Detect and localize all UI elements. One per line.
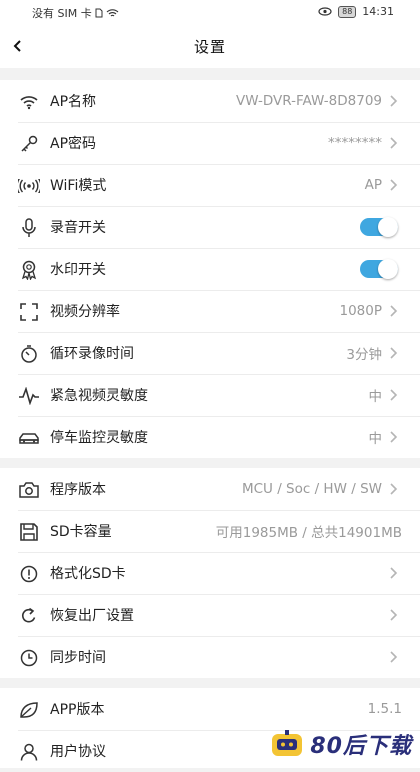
microphone-icon (18, 217, 40, 239)
medal-icon (18, 259, 40, 281)
row-label: 程序版本 (50, 482, 106, 498)
sim-icon (95, 8, 103, 18)
row-watermark: 水印开关 (0, 248, 420, 290)
status-bar: 没有 SIM 卡 88 14:31 (0, 0, 420, 24)
key-icon (18, 133, 40, 155)
toggle-knob (378, 217, 398, 237)
chevron-right-icon (390, 179, 398, 191)
row-emergency-sensitivity[interactable]: 紧急视频灵敏度 中 (0, 374, 420, 416)
row-value: 中 (368, 431, 383, 447)
exclamation-circle-icon (18, 563, 40, 585)
chevron-right-icon (390, 137, 398, 149)
row-value: VW-DVR-FAW-8D8709 (235, 93, 382, 109)
row-label: 水印开关 (50, 262, 106, 278)
row-label: 停车监控灵敏度 (50, 430, 148, 446)
frame-corners-icon (18, 301, 40, 323)
refresh-icon (18, 605, 40, 627)
user-icon (18, 741, 40, 763)
row-value: 3分钟 (346, 347, 382, 363)
chevron-right-icon (390, 95, 398, 107)
clock-icon (18, 647, 40, 669)
wifi-icon (18, 91, 40, 113)
row-ap-name[interactable]: AP名称 VW-DVR-FAW-8D8709 (0, 80, 420, 122)
watermark-text: 80后下载 (310, 734, 412, 759)
chevron-right-icon (390, 483, 398, 495)
row-sync-time[interactable]: 同步时间 (0, 636, 420, 678)
row-label: 循环录像时间 (50, 346, 134, 362)
row-label: 用户协议 (50, 744, 106, 760)
row-label: 紧急视频灵敏度 (50, 388, 148, 404)
chevron-right-icon (390, 431, 398, 443)
leaf-icon (18, 699, 40, 721)
chevron-right-icon (390, 567, 398, 579)
row-label: AP密码 (50, 136, 97, 152)
eye-icon (318, 7, 332, 16)
settings-group-system: 程序版本 MCU / Soc / HW / SW SD卡容量 可用1985MB … (0, 468, 420, 678)
chevron-right-icon (390, 651, 398, 663)
nav-bar: 设置 (0, 24, 420, 68)
row-label: 录音开关 (50, 220, 106, 236)
chevron-right-icon (390, 609, 398, 621)
row-value: 中 (368, 389, 383, 405)
row-label: 恢复出厂设置 (50, 608, 134, 624)
row-factory-reset[interactable]: 恢复出厂设置 (0, 594, 420, 636)
row-label: 同步时间 (50, 650, 106, 666)
settings-group-device: AP名称 VW-DVR-FAW-8D8709 AP密码 ******** WiF… (0, 80, 420, 458)
row-value: AP (364, 177, 382, 193)
watermark-toggle[interactable] (360, 259, 398, 279)
back-button[interactable] (6, 34, 30, 58)
stopwatch-icon (18, 343, 40, 365)
clock-text: 14:31 (362, 5, 394, 18)
row-video-resolution[interactable]: 视频分辨率 1080P (0, 290, 420, 332)
row-label: WiFi模式 (50, 178, 107, 194)
row-label: APP版本 (50, 702, 105, 718)
carrier-text: 没有 SIM 卡 (32, 7, 92, 20)
row-value: MCU / Soc / HW / SW (241, 481, 382, 497)
row-value: 可用1985MB / 总共14901MB (215, 525, 402, 541)
row-label: 视频分辨率 (50, 304, 120, 320)
broadcast-icon (18, 175, 40, 197)
row-sd-capacity: SD卡容量 可用1985MB / 总共14901MB (0, 510, 420, 552)
toggle-knob (378, 259, 398, 279)
car-icon (18, 427, 40, 449)
wifi-status-icon (106, 9, 119, 17)
page-title: 设置 (193, 37, 226, 56)
battery-icon: 88 (338, 5, 357, 18)
row-audio-record: 录音开关 (0, 206, 420, 248)
row-label: SD卡容量 (50, 524, 112, 540)
row-firmware-version[interactable]: 程序版本 MCU / Soc / HW / SW (0, 468, 420, 510)
chevron-left-icon (13, 40, 21, 52)
row-app-version: APP版本 1.5.1 (0, 688, 420, 730)
row-value: 1.5.1 (367, 701, 402, 717)
row-wifi-mode[interactable]: WiFi模式 AP (0, 164, 420, 206)
row-loop-time[interactable]: 循环录像时间 3分钟 (0, 332, 420, 374)
robot-logo-icon (272, 730, 303, 756)
chevron-right-icon (390, 347, 398, 359)
row-parking-sensitivity[interactable]: 停车监控灵敏度 中 (0, 416, 420, 458)
row-label: AP名称 (50, 94, 97, 110)
row-value: ******** (328, 135, 382, 151)
row-value: 1080P (339, 303, 383, 319)
audio-record-toggle[interactable] (360, 217, 398, 237)
chevron-right-icon (390, 389, 398, 401)
camera-icon (18, 479, 40, 501)
row-label: 格式化SD卡 (50, 566, 126, 582)
floppy-disk-icon (18, 521, 40, 543)
pulse-icon (18, 385, 40, 407)
row-format-sd[interactable]: 格式化SD卡 (0, 552, 420, 594)
chevron-right-icon (390, 305, 398, 317)
site-watermark: 80后下载 (270, 728, 412, 760)
row-ap-password[interactable]: AP密码 ******** (0, 122, 420, 164)
